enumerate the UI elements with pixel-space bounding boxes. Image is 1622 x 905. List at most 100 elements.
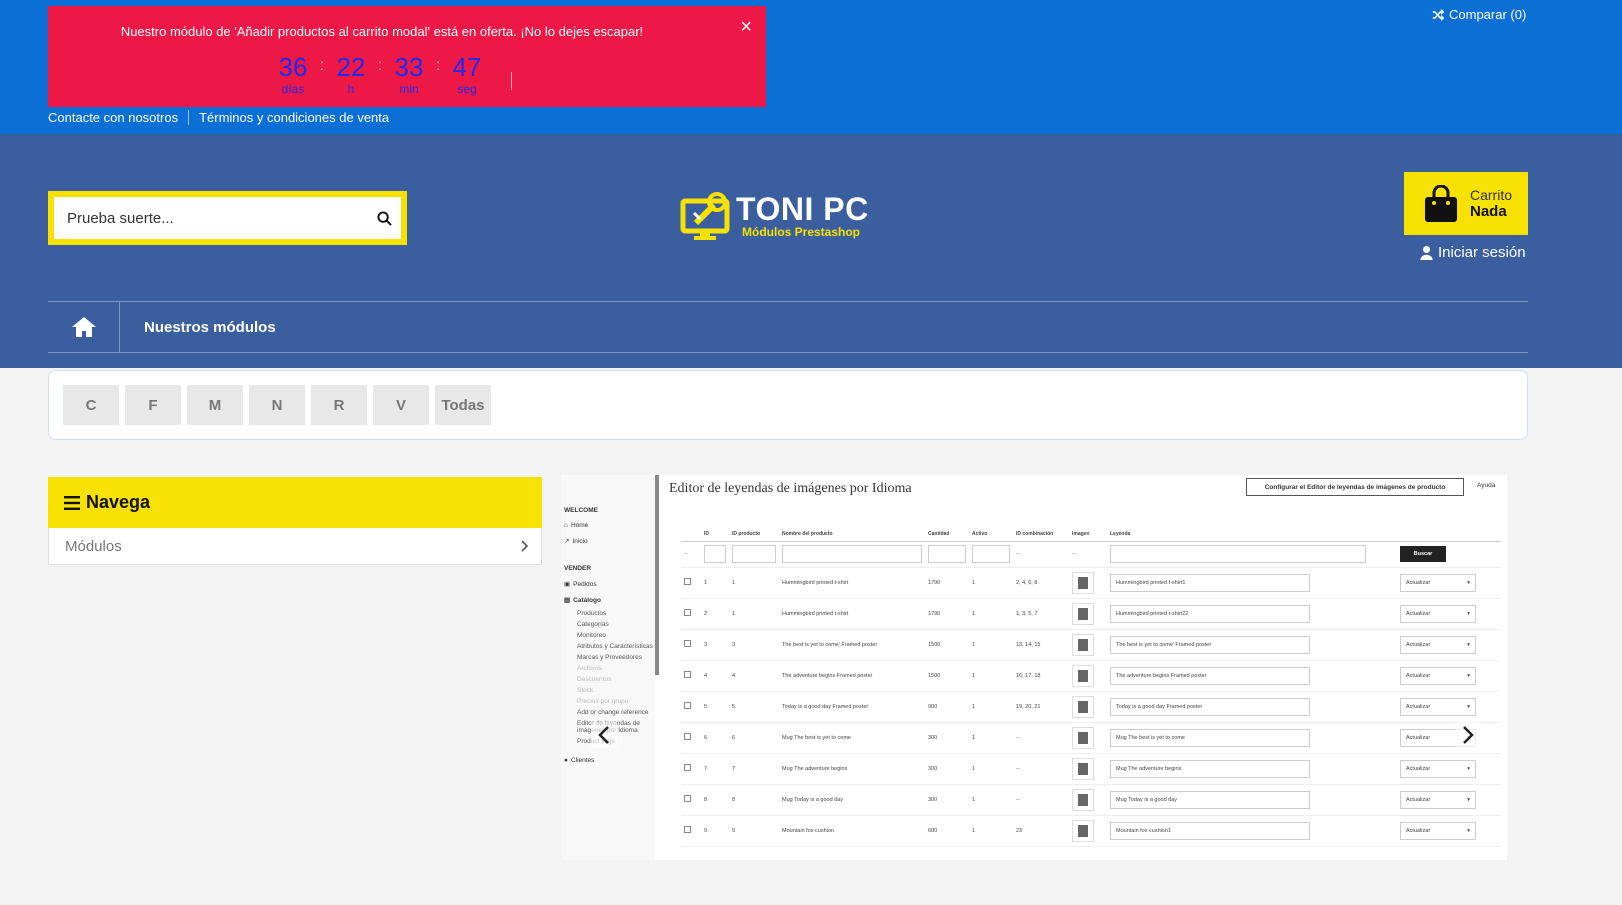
filter-letter-m[interactable]: M: [187, 385, 243, 425]
table-cell: [681, 722, 701, 754]
admin-submenu-item: Stock: [577, 687, 594, 694]
table-cell: Actualizar ▾: [1397, 567, 1501, 599]
menu-icon: [64, 495, 80, 510]
shopping-bag-icon: [1425, 184, 1457, 222]
product-thumbnail: [1072, 602, 1094, 625]
sidebar-item-modules[interactable]: Módulos: [48, 528, 542, 565]
search-box: [48, 191, 407, 245]
update-label: Actualizar: [1406, 765, 1431, 772]
table-header: ID producto: [729, 527, 779, 542]
table-cell: 300: [925, 753, 969, 785]
caret-down-icon: ▾: [1467, 796, 1470, 803]
top-links: Contacte con nosotros Términos y condici…: [48, 110, 399, 125]
product-thumbnail: [1072, 726, 1094, 749]
table-cell: Actualizar ▾: [1397, 691, 1501, 723]
admin-menu-item: ↗ Inicio: [561, 533, 655, 549]
table-cell: 16, 17, 18: [1013, 660, 1069, 692]
table-header: ID combinación: [1013, 527, 1069, 542]
filter-all[interactable]: Todas: [435, 385, 491, 425]
table-cell: 6: [729, 722, 779, 754]
terms-link[interactable]: Términos y condiciones de venta: [188, 110, 399, 125]
filter-cell: [701, 541, 729, 568]
checkbox: [684, 702, 691, 709]
table-cell: [1069, 567, 1107, 599]
update-label: Actualizar: [1406, 641, 1431, 648]
table-row: 2 1 Hummingbird printed t-shirt 1790 1 1, 3, …: [681, 598, 1501, 630]
filter-letter-n[interactable]: N: [249, 385, 305, 425]
filter-cell: [925, 541, 969, 568]
table-cell: Mug The best is yet to come: [1107, 722, 1397, 754]
table-cell: Actualizar ▾: [1397, 660, 1501, 692]
compare-link[interactable]: Comparar (0): [1432, 7, 1526, 22]
close-icon[interactable]: ×: [740, 16, 752, 39]
update-button: Actualizar ▾: [1400, 635, 1476, 654]
update-label: Actualizar: [1406, 796, 1431, 803]
gallery-next-button[interactable]: [1455, 722, 1481, 748]
main-nav: Nuestros módulos: [48, 301, 1528, 353]
table-cell: Today is a good day Framed poster: [1107, 691, 1397, 723]
table-cell: 4: [701, 660, 729, 692]
countdown-hours: 22 h: [329, 52, 373, 96]
search-button[interactable]: [367, 201, 401, 235]
admin-submenu-item: Categorías: [577, 621, 609, 628]
table-cell: [681, 598, 701, 630]
caption-field: Mug Today is a good day: [1110, 790, 1310, 809]
admin-section: VENDER: [564, 565, 592, 572]
search-input[interactable]: [54, 209, 367, 227]
product-thumbnail-glyph: [1078, 669, 1088, 682]
filter-cell: Buscar: [1397, 541, 1501, 568]
table-cell: Actualizar ▾: [1397, 753, 1501, 785]
table-header: Activo: [969, 527, 1013, 542]
admin-menu-label: Clientes: [570, 757, 595, 764]
sidebar-item-label: Módulos: [65, 537, 122, 555]
table-cell: Hummingbird printed t-shirt1: [1107, 567, 1397, 599]
table-cell: Mug The adventure begins: [779, 753, 925, 785]
product-thumbnail-glyph: [1078, 824, 1088, 837]
search-icon: [376, 210, 392, 226]
caption-field: The adventure begins Framed poster: [1110, 666, 1310, 685]
table-row: 8 8 Mug Today is a good day 300 1 -- Mug Today…: [681, 784, 1501, 816]
update-button: Actualizar ▾: [1400, 697, 1476, 716]
filter-cell: --: [1069, 541, 1107, 568]
filter-letter-f[interactable]: F: [125, 385, 181, 425]
caption-field: Hummingbird printed t-shirt22: [1110, 604, 1310, 623]
caret-down-icon: ▾: [1467, 610, 1470, 617]
table-row: 1 1 Hummingbird printed t-shirt 1790 1 2, 4, …: [681, 567, 1501, 599]
filter-letter-c[interactable]: C: [63, 385, 119, 425]
filter-box: [1110, 545, 1366, 563]
contact-link[interactable]: Contacte con nosotros: [48, 110, 188, 125]
product-thumbnail: [1072, 633, 1094, 656]
table-cell: 1: [969, 753, 1013, 785]
filter-letter-r[interactable]: R: [311, 385, 367, 425]
admin-submenu-item: Productos: [577, 610, 607, 617]
cart-button[interactable]: Carrito Nada: [1404, 172, 1528, 235]
countdown-separator: :: [435, 57, 441, 74]
table-header: [1397, 527, 1501, 542]
table-cell: [1069, 598, 1107, 630]
update-label: Actualizar: [1406, 703, 1431, 710]
table-cell: 1: [969, 784, 1013, 816]
filter-row: -- -- -- Buscar: [681, 541, 1501, 568]
gallery-prev-button[interactable]: [591, 722, 617, 748]
table-row: 7 7 Mug The adventure begins 300 1 -- Mug The …: [681, 753, 1501, 785]
nav-item-modules[interactable]: Nuestros módulos: [120, 319, 276, 336]
table-cell: The best is yet to come' Framed poster: [1107, 629, 1397, 661]
caption-field: Today is a good day Framed poster: [1110, 697, 1310, 716]
table-cell: 1: [969, 815, 1013, 847]
update-label: Actualizar: [1406, 827, 1431, 834]
site-logo[interactable]: TONI PC Módulos Prestashop: [680, 187, 900, 245]
table-cell: [681, 660, 701, 692]
table-header: Imagen: [1069, 527, 1107, 542]
nav-home-button[interactable]: [48, 302, 120, 352]
filter-letter-v[interactable]: V: [373, 385, 429, 425]
table-cell: 300: [925, 784, 969, 816]
caption-field: The best is yet to come' Framed poster: [1110, 635, 1310, 654]
filter-cell: [1107, 541, 1397, 568]
sidebar: Navega Módulos: [48, 477, 542, 565]
update-button: Actualizar ▾: [1400, 759, 1476, 778]
table-cell: Today is a good day Framed poster: [779, 691, 925, 723]
login-link[interactable]: Iniciar sesión: [1420, 244, 1526, 261]
product-thumbnail-glyph: [1078, 793, 1088, 806]
product-thumbnail: [1072, 571, 1094, 594]
config-button: Configurar el Editor de leyendas de imág…: [1246, 478, 1464, 496]
